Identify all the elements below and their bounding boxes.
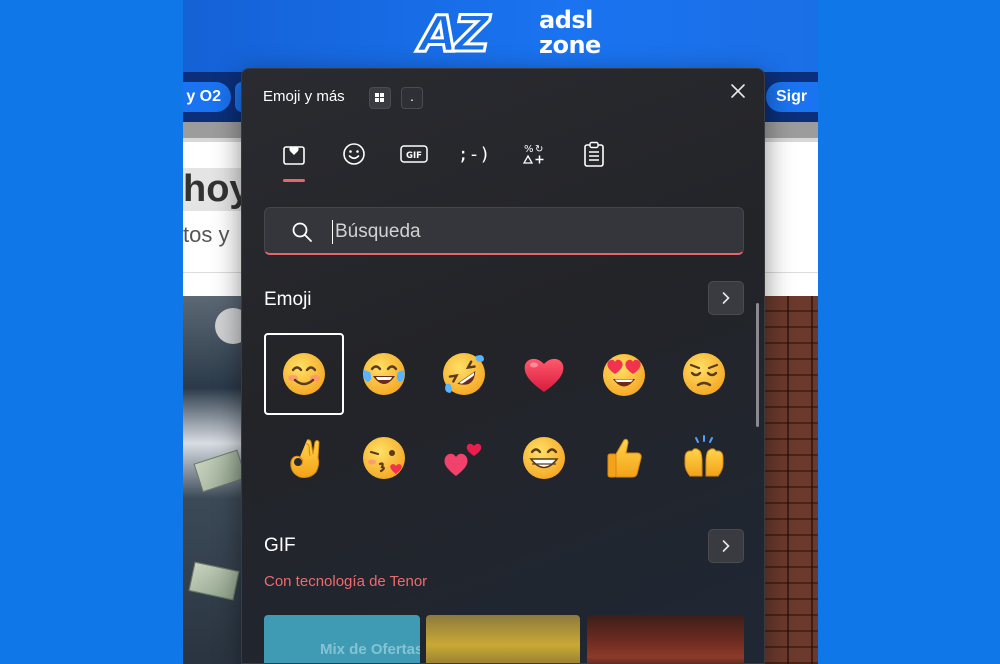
emoji-smiling-face-button[interactable] [264, 333, 344, 415]
panel-title: Emoji y más [263, 88, 345, 105]
tab-gif[interactable]: GIF [392, 135, 436, 173]
active-tab-indicator [283, 179, 305, 182]
search-icon [292, 222, 312, 242]
gif-icon: GIF [400, 145, 428, 163]
emoji-raising-hands-button[interactable] [664, 417, 744, 499]
tab-symbols[interactable]: % ↻ [512, 135, 556, 173]
red-heart-icon [524, 358, 564, 392]
tab-emoji[interactable] [332, 135, 376, 173]
search-box[interactable] [264, 207, 744, 255]
heart-box-icon [283, 146, 305, 165]
emoji-red-heart-button[interactable] [504, 333, 584, 415]
symbols-icon: % ↻ [522, 144, 544, 164]
emoji-blowing-kiss-button[interactable] [344, 417, 424, 499]
clipboard-icon [584, 141, 604, 167]
svg-text:↻: ↻ [535, 144, 543, 155]
emoji-ok-hand-button[interactable] [264, 417, 344, 499]
gif-thumbnail[interactable] [426, 615, 580, 663]
emoji-heart-eyes-button[interactable] [584, 333, 664, 415]
nav-pill-o2[interactable]: y O2 [183, 82, 231, 112]
scrollbar-thumb[interactable] [756, 303, 759, 427]
close-icon [731, 84, 745, 98]
gif-section-label: GIF [264, 535, 296, 556]
pensive-face-icon [683, 353, 725, 395]
emoji-pensive-face-button[interactable] [664, 333, 744, 415]
rolling-laughing-icon [443, 353, 485, 395]
emoji-grid [264, 333, 744, 497]
emoji-panel: Emoji y más . GIF ;-) % ↻ Búsqueda Emoji… [241, 68, 765, 664]
category-tabs: GIF ;-) % ↻ [272, 135, 612, 185]
raising-hands-icon [684, 435, 724, 477]
tab-clipboard[interactable] [572, 135, 616, 173]
heart-eyes-icon [603, 354, 645, 396]
tab-favorites[interactable] [272, 135, 316, 182]
chevron-right-icon [722, 292, 730, 304]
beaming-face-icon [523, 437, 565, 479]
close-button[interactable] [722, 79, 754, 103]
gif-thumbnail[interactable] [587, 615, 744, 663]
logo-mark: AZ [418, 5, 492, 64]
article-photo-left [183, 296, 251, 664]
smiley-icon [343, 143, 365, 165]
svg-text:%: % [524, 144, 534, 155]
tears-of-joy-icon [363, 353, 405, 395]
tenor-attribution[interactable]: Con tecnología de Tenor [264, 573, 427, 590]
gif-section-more-button[interactable] [708, 529, 744, 563]
search-input[interactable] [335, 218, 715, 246]
banknote-image [193, 449, 247, 493]
chevron-right-icon [722, 540, 730, 552]
article-subline: tos y [183, 222, 230, 247]
svg-text:GIF: GIF [406, 151, 422, 161]
emoji-two-hearts-button[interactable] [424, 417, 504, 499]
site-header: AZ adsl zone [183, 0, 818, 72]
text-caret [332, 220, 333, 244]
tab-kaomoji[interactable]: ;-) [452, 135, 496, 173]
brick-wall-overlay [765, 296, 818, 664]
nav-pill-sign[interactable]: Sigr [766, 82, 818, 112]
logo-word-adsl: adsl [539, 6, 593, 34]
gif-thumbnail[interactable]: Mix de Ofertas [264, 615, 420, 663]
thumbs-up-icon [607, 438, 642, 478]
emoji-beaming-face-button[interactable] [504, 417, 584, 499]
ok-hand-icon [290, 439, 320, 478]
banknote-image [188, 561, 240, 601]
kaomoji-icon: ;-) [457, 143, 491, 165]
emoji-section-more-button[interactable] [708, 281, 744, 315]
two-hearts-icon [444, 443, 482, 476]
period-key-icon: . [401, 87, 423, 109]
logo-word-zone: zone [539, 31, 601, 59]
site-logo[interactable]: AZ adsl zone [418, 5, 619, 64]
gif-tile-caption: Mix de Ofertas [320, 641, 420, 658]
windows-key-icon [369, 87, 391, 109]
emoji-tears-of-joy-button[interactable] [344, 333, 424, 415]
emoji-rolling-laughing-button[interactable] [424, 333, 504, 415]
emoji-thumbs-up-button[interactable] [584, 417, 664, 499]
emoji-section-label: Emoji [264, 289, 312, 310]
blowing-kiss-icon [363, 437, 405, 479]
smiling-face-icon [283, 353, 325, 395]
